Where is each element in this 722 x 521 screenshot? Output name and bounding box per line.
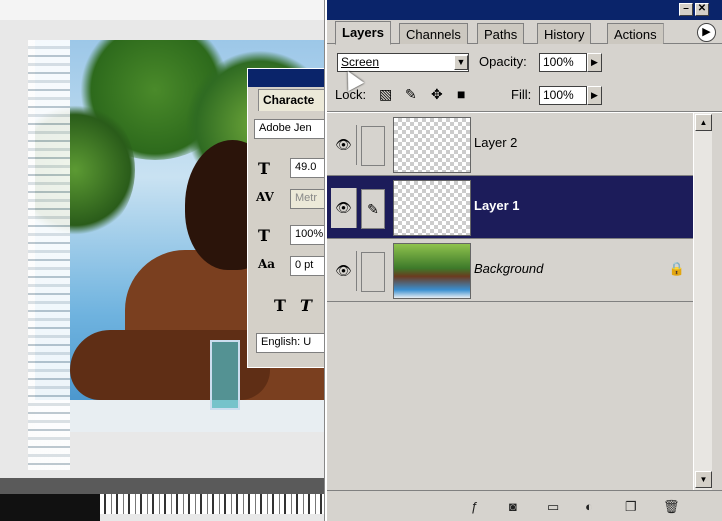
tab-history[interactable]: History — [537, 23, 592, 44]
opacity-label: Opacity: — [479, 54, 527, 69]
lock-transparent-icon[interactable]: ▧ — [379, 86, 392, 103]
layers-bottom-toolbar: ƒ ◙ ▭ ◐ ❐ 🗑 — [327, 490, 722, 521]
trash-icon[interactable]: 🗑 — [663, 499, 680, 515]
tab-character[interactable]: Characte — [258, 89, 331, 111]
chevron-down-icon[interactable]: ▼ — [454, 55, 468, 70]
new-layer-icon[interactable]: ❐ — [625, 499, 637, 515]
document-top-strip — [0, 0, 330, 20]
layer-row-layer-2[interactable]: 👁 Layer 2 — [327, 113, 693, 176]
link-cell[interactable] — [361, 252, 385, 292]
layers-vertical-scrollbar[interactable]: ▲ ▼ — [693, 113, 712, 490]
tab-layers[interactable]: Layers — [335, 21, 391, 45]
palette-tab-row: Layers Channels Paths History Actions — [327, 20, 722, 45]
vertical-scale-icon: T — [258, 226, 270, 245]
blend-mode-value: Screen — [341, 55, 380, 69]
layer-list: 👁 Layer 2 👁 ✎ Layer 1 👁 Background 🔒 — [327, 113, 693, 490]
lock-all-icon[interactable]: ■ — [457, 86, 465, 102]
brush-stroke-edge — [28, 40, 70, 470]
kerning-icon: AV — [256, 190, 274, 204]
character-panel: Characte Adobe Jen T 49.0 AV Metr T 100%… — [247, 68, 331, 368]
document-status-bar — [0, 478, 330, 494]
layers-panel: – ✕ Layers Channels Paths History Action… — [325, 0, 722, 521]
layer-thumbnail — [393, 180, 471, 236]
adjustment-layer-icon[interactable]: ◐ — [585, 499, 593, 514]
document-footer-dark — [0, 494, 100, 521]
link-cell[interactable] — [361, 126, 385, 166]
tab-channels[interactable]: Channels — [399, 23, 468, 44]
brush-icon[interactable]: ✎ — [361, 189, 385, 229]
faux-bold-icon[interactable]: T — [274, 296, 286, 315]
scroll-down-icon[interactable]: ▼ — [695, 471, 712, 488]
font-size-icon: T — [258, 159, 270, 178]
document-horizontal-scrollbar[interactable] — [100, 494, 325, 514]
layer-thumbnail — [393, 117, 471, 173]
lock-icon: 🔒 — [668, 261, 685, 276]
scroll-up-icon[interactable]: ▲ — [695, 114, 712, 131]
faux-italic-icon[interactable]: T — [300, 296, 312, 315]
lock-move-icon[interactable]: ✥ — [431, 86, 443, 103]
eye-icon[interactable]: 👁 — [331, 188, 357, 228]
fill-field[interactable]: 100% — [539, 86, 587, 105]
layer-mask-icon[interactable]: ◙ — [509, 499, 517, 514]
character-panel-title-bar[interactable] — [248, 69, 330, 87]
opacity-field[interactable]: 100% — [539, 53, 587, 72]
opacity-arrow-icon[interactable]: ▶ — [587, 53, 602, 72]
font-family-field[interactable]: Adobe Jen — [254, 119, 331, 139]
eye-icon[interactable]: 👁 — [331, 125, 357, 165]
layer-name: Layer 2 — [474, 135, 518, 150]
tab-paths[interactable]: Paths — [477, 23, 525, 44]
minimize-icon[interactable]: – — [679, 3, 693, 16]
layer-row-background[interactable]: 👁 Background 🔒 — [327, 239, 693, 302]
palette-menu-arrow-icon[interactable]: ▶ — [697, 23, 716, 42]
new-group-folder-icon[interactable]: ▭ — [547, 499, 559, 515]
tab-actions[interactable]: Actions — [607, 23, 664, 44]
language-select[interactable]: English: U — [256, 333, 331, 353]
fill-label: Fill: — [511, 87, 532, 102]
layer-name: Layer 1 — [474, 198, 520, 213]
lock-brush-icon[interactable]: ✎ — [405, 86, 417, 103]
layer-name: Background — [474, 261, 544, 276]
layer-style-icon[interactable]: ƒ — [471, 499, 478, 514]
baseline-shift-icon: Aa — [258, 257, 276, 271]
close-icon[interactable]: ✕ — [695, 3, 709, 16]
eye-icon[interactable]: 👁 — [331, 251, 357, 291]
fill-arrow-icon[interactable]: ▶ — [587, 86, 602, 105]
layer-thumbnail — [393, 243, 471, 299]
layer-row-layer-1[interactable]: 👁 ✎ Layer 1 — [327, 176, 693, 239]
layers-panel-title-bar[interactable]: – ✕ — [327, 0, 722, 20]
